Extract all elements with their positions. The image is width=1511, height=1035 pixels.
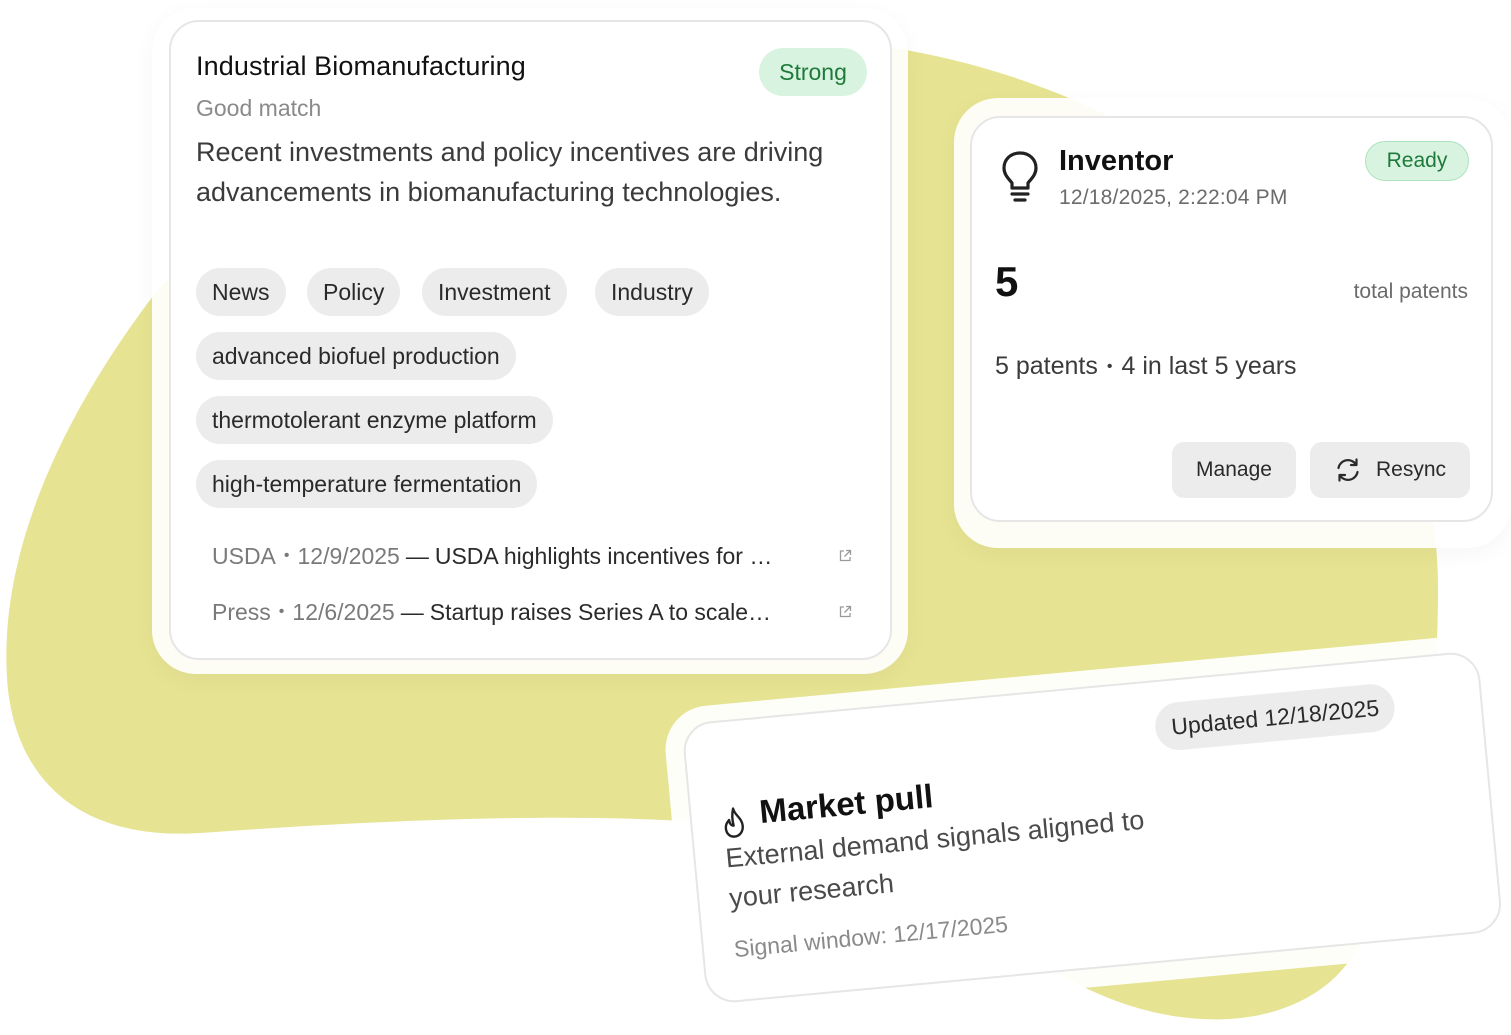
separator-dash: — — [400, 598, 424, 625]
inventor-timestamp: 12/18/2025, 2:22:04 PM — [1059, 186, 1288, 209]
topic-chip[interactable]: high-temperature fermentation — [196, 460, 538, 508]
manage-button[interactable]: Manage — [1172, 442, 1296, 498]
resync-label: Resync — [1375, 458, 1447, 481]
total-patents-value: 5 — [995, 258, 1019, 305]
resync-button[interactable]: Resync — [1310, 442, 1470, 498]
source-headline[interactable]: Startup raises Series A to scale… — [430, 599, 824, 626]
external-link-icon[interactable] — [838, 549, 852, 563]
match-card[interactable]: Industrial Biomanufacturing Good match S… — [169, 20, 892, 660]
source-headline[interactable]: USDA highlights incentives for … — [435, 543, 824, 570]
topic-chip[interactable]: advanced biofuel production — [196, 332, 516, 380]
separator-dot: • — [283, 547, 290, 564]
strength-badge: Strong — [759, 48, 867, 96]
total-patents-label: total patents — [1353, 280, 1468, 303]
signal-window: Signal window: 12/17/2025 — [732, 910, 1010, 963]
source-date: 12/6/2025 — [292, 598, 395, 625]
separator-dot: • — [278, 603, 285, 620]
patent-summary: 5 patents • 4 in last 5 years — [995, 352, 1297, 381]
tag-chip-policy[interactable]: Policy — [307, 268, 401, 316]
source-row[interactable]: USDA • 12/9/2025 — USDA highlights incen… — [212, 540, 852, 572]
lightbulb-icon — [1002, 151, 1038, 202]
match-card-subtitle: Good match — [196, 95, 322, 121]
market-card-wrapper: Market pull External demand signals alig… — [661, 632, 1511, 1025]
separator-dash: — — [405, 542, 429, 569]
refresh-icon — [1337, 458, 1359, 482]
separator-dot: • — [1106, 357, 1113, 375]
tag-chip-investment[interactable]: Investment — [422, 268, 567, 316]
source-date: 12/9/2025 — [297, 542, 400, 569]
match-card-title: Industrial Biomanufacturing — [196, 51, 526, 81]
source-row[interactable]: Press • 12/6/2025 — Startup raises Serie… — [212, 596, 852, 628]
flame-icon — [724, 807, 744, 838]
inventor-title: Inventor — [1059, 145, 1174, 177]
match-card-description: Recent investments and policy incentives… — [196, 137, 824, 207]
patent-count-text: 5 patents — [995, 352, 1098, 380]
inventor-card: Inventor 12/18/2025, 2:22:04 PM Ready 5 … — [970, 116, 1493, 522]
updated-badge: Updated 12/18/2025 — [1153, 682, 1398, 753]
status-badge: Ready — [1365, 141, 1469, 181]
topic-chip[interactable]: thermotolerant enzyme platform — [196, 396, 553, 444]
tag-chip-industry[interactable]: Industry — [595, 268, 709, 316]
external-link-icon[interactable] — [838, 605, 852, 619]
source-name: Press — [212, 598, 271, 625]
stage: Industrial Biomanufacturing Good match S… — [0, 0, 1511, 1035]
source-name: USDA — [212, 542, 276, 569]
recent-patents-text: 4 in last 5 years — [1121, 352, 1297, 380]
tag-chip-news[interactable]: News — [196, 268, 286, 316]
